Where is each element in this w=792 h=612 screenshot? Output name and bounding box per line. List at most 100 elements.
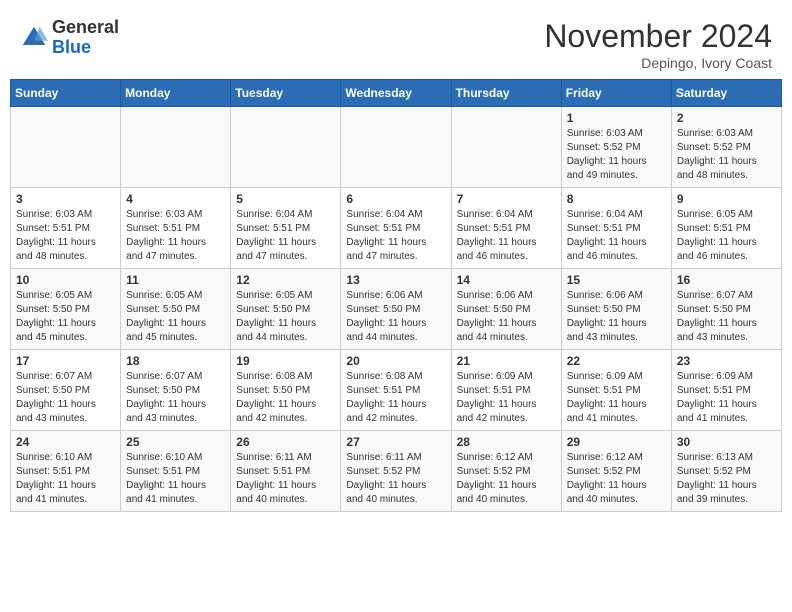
day-info: Sunrise: 6:03 AM Sunset: 5:52 PM Dayligh… [567, 127, 666, 183]
calendar-cell: 28 Sunrise: 6:12 AM Sunset: 5:52 PM Dayli… [451, 431, 561, 512]
weekday-header: Tuesday [231, 80, 341, 107]
day-number: 5 [236, 192, 335, 206]
calendar-cell: 25 Sunrise: 6:10 AM Sunset: 5:51 PM Dayli… [121, 431, 231, 512]
day-info: Sunrise: 6:07 AM Sunset: 5:50 PM Dayligh… [126, 370, 225, 426]
calendar-cell: 22Sunrise: 6:09 AM Sunset: 5:51 PM Dayli… [561, 350, 671, 431]
calendar-cell: 6 Sunrise: 6:04 AM Sunset: 5:51 PM Daylig… [341, 188, 451, 269]
day-info: Sunrise: 6:08 AM Sunset: 5:50 PM Dayligh… [236, 370, 335, 426]
calendar-cell: 13Sunrise: 6:06 AM Sunset: 5:50 PM Dayli… [341, 269, 451, 350]
calendar-cell: 27 Sunrise: 6:11 AM Sunset: 5:52 PM Dayli… [341, 431, 451, 512]
day-number: 17 [16, 354, 115, 368]
day-info: Sunrise: 6:09 AM Sunset: 5:51 PM Dayligh… [457, 370, 556, 426]
calendar-cell: 15Sunrise: 6:06 AM Sunset: 5:50 PM Dayli… [561, 269, 671, 350]
day-number: 28 [457, 435, 556, 449]
title-block: November 2024 Depingo, Ivory Coast [544, 18, 772, 71]
calendar-cell: 29Sunrise: 6:12 AM Sunset: 5:52 PM Dayli… [561, 431, 671, 512]
weekday-header: Thursday [451, 80, 561, 107]
calendar-cell: 11 Sunrise: 6:05 AM Sunset: 5:50 PM Dayli… [121, 269, 231, 350]
day-info: Sunrise: 6:03 AM Sunset: 5:51 PM Dayligh… [126, 208, 225, 264]
day-number: 20 [346, 354, 445, 368]
logo-icon [20, 24, 48, 52]
calendar-cell: 26Sunrise: 6:11 AM Sunset: 5:51 PM Dayli… [231, 431, 341, 512]
day-info: Sunrise: 6:06 AM Sunset: 5:50 PM Dayligh… [346, 289, 445, 345]
calendar-cell: 21 Sunrise: 6:09 AM Sunset: 5:51 PM Dayli… [451, 350, 561, 431]
calendar-week-row: 17 Sunrise: 6:07 AM Sunset: 5:50 PM Dayli… [11, 350, 782, 431]
day-info: Sunrise: 6:09 AM Sunset: 5:51 PM Dayligh… [677, 370, 776, 426]
calendar-cell [11, 107, 121, 188]
day-info: Sunrise: 6:05 AM Sunset: 5:50 PM Dayligh… [126, 289, 225, 345]
month-title: November 2024 [544, 18, 772, 55]
day-info: Sunrise: 6:08 AM Sunset: 5:51 PM Dayligh… [346, 370, 445, 426]
page-header: General Blue November 2024 Depingo, Ivor… [10, 10, 782, 75]
day-info: Sunrise: 6:07 AM Sunset: 5:50 PM Dayligh… [677, 289, 776, 345]
day-info: Sunrise: 6:12 AM Sunset: 5:52 PM Dayligh… [457, 451, 556, 507]
calendar-cell: 23 Sunrise: 6:09 AM Sunset: 5:51 PM Dayli… [671, 350, 781, 431]
calendar-table: SundayMondayTuesdayWednesdayThursdayFrid… [10, 79, 782, 512]
day-info: Sunrise: 6:12 AM Sunset: 5:52 PM Dayligh… [567, 451, 666, 507]
day-number: 7 [457, 192, 556, 206]
calendar-cell: 20 Sunrise: 6:08 AM Sunset: 5:51 PM Dayli… [341, 350, 451, 431]
day-number: 6 [346, 192, 445, 206]
weekday-header: Friday [561, 80, 671, 107]
logo-blue-text: Blue [52, 37, 91, 57]
day-number: 18 [126, 354, 225, 368]
day-info: Sunrise: 6:05 AM Sunset: 5:50 PM Dayligh… [16, 289, 115, 345]
day-number: 8 [567, 192, 666, 206]
calendar-week-row: 24Sunrise: 6:10 AM Sunset: 5:51 PM Dayli… [11, 431, 782, 512]
calendar-cell [231, 107, 341, 188]
calendar-cell: 9 Sunrise: 6:05 AM Sunset: 5:51 PM Daylig… [671, 188, 781, 269]
day-number: 27 [346, 435, 445, 449]
calendar-cell: 4Sunrise: 6:03 AM Sunset: 5:51 PM Daylig… [121, 188, 231, 269]
day-info: Sunrise: 6:04 AM Sunset: 5:51 PM Dayligh… [567, 208, 666, 264]
day-info: Sunrise: 6:10 AM Sunset: 5:51 PM Dayligh… [126, 451, 225, 507]
day-info: Sunrise: 6:06 AM Sunset: 5:50 PM Dayligh… [567, 289, 666, 345]
calendar-week-row: 1Sunrise: 6:03 AM Sunset: 5:52 PM Daylig… [11, 107, 782, 188]
day-info: Sunrise: 6:05 AM Sunset: 5:50 PM Dayligh… [236, 289, 335, 345]
day-info: Sunrise: 6:05 AM Sunset: 5:51 PM Dayligh… [677, 208, 776, 264]
calendar-cell: 30 Sunrise: 6:13 AM Sunset: 5:52 PM Dayli… [671, 431, 781, 512]
day-number: 11 [126, 273, 225, 287]
calendar-cell: 14Sunrise: 6:06 AM Sunset: 5:50 PM Dayli… [451, 269, 561, 350]
day-info: Sunrise: 6:10 AM Sunset: 5:51 PM Dayligh… [16, 451, 115, 507]
day-info: Sunrise: 6:07 AM Sunset: 5:50 PM Dayligh… [16, 370, 115, 426]
day-info: Sunrise: 6:13 AM Sunset: 5:52 PM Dayligh… [677, 451, 776, 507]
day-info: Sunrise: 6:03 AM Sunset: 5:51 PM Dayligh… [16, 208, 115, 264]
weekday-header: Sunday [11, 80, 121, 107]
calendar-cell: 17 Sunrise: 6:07 AM Sunset: 5:50 PM Dayli… [11, 350, 121, 431]
calendar-cell: 8 Sunrise: 6:04 AM Sunset: 5:51 PM Daylig… [561, 188, 671, 269]
weekday-header: Saturday [671, 80, 781, 107]
calendar-cell: 16Sunrise: 6:07 AM Sunset: 5:50 PM Dayli… [671, 269, 781, 350]
calendar-cell: 10 Sunrise: 6:05 AM Sunset: 5:50 PM Dayli… [11, 269, 121, 350]
day-number: 10 [16, 273, 115, 287]
logo: General Blue [20, 18, 119, 58]
calendar-cell: 12 Sunrise: 6:05 AM Sunset: 5:50 PM Dayli… [231, 269, 341, 350]
calendar-cell: 1Sunrise: 6:03 AM Sunset: 5:52 PM Daylig… [561, 107, 671, 188]
calendar-cell: 19Sunrise: 6:08 AM Sunset: 5:50 PM Dayli… [231, 350, 341, 431]
day-number: 12 [236, 273, 335, 287]
calendar-week-row: 3Sunrise: 6:03 AM Sunset: 5:51 PM Daylig… [11, 188, 782, 269]
calendar-cell: 7Sunrise: 6:04 AM Sunset: 5:51 PM Daylig… [451, 188, 561, 269]
weekday-row: SundayMondayTuesdayWednesdayThursdayFrid… [11, 80, 782, 107]
day-info: Sunrise: 6:04 AM Sunset: 5:51 PM Dayligh… [346, 208, 445, 264]
day-number: 26 [236, 435, 335, 449]
day-number: 9 [677, 192, 776, 206]
calendar-cell [451, 107, 561, 188]
calendar-cell: 24Sunrise: 6:10 AM Sunset: 5:51 PM Dayli… [11, 431, 121, 512]
calendar-cell: 18 Sunrise: 6:07 AM Sunset: 5:50 PM Dayli… [121, 350, 231, 431]
weekday-header: Monday [121, 80, 231, 107]
day-number: 25 [126, 435, 225, 449]
calendar-cell: 3Sunrise: 6:03 AM Sunset: 5:51 PM Daylig… [11, 188, 121, 269]
logo-general-text: General [52, 17, 119, 37]
day-info: Sunrise: 6:06 AM Sunset: 5:50 PM Dayligh… [457, 289, 556, 345]
day-info: Sunrise: 6:04 AM Sunset: 5:51 PM Dayligh… [236, 208, 335, 264]
day-number: 21 [457, 354, 556, 368]
day-number: 30 [677, 435, 776, 449]
location-text: Depingo, Ivory Coast [544, 55, 772, 71]
day-number: 22 [567, 354, 666, 368]
calendar-cell [121, 107, 231, 188]
day-info: Sunrise: 6:11 AM Sunset: 5:52 PM Dayligh… [346, 451, 445, 507]
day-info: Sunrise: 6:03 AM Sunset: 5:52 PM Dayligh… [677, 127, 776, 183]
weekday-header: Wednesday [341, 80, 451, 107]
calendar-cell [341, 107, 451, 188]
day-number: 23 [677, 354, 776, 368]
